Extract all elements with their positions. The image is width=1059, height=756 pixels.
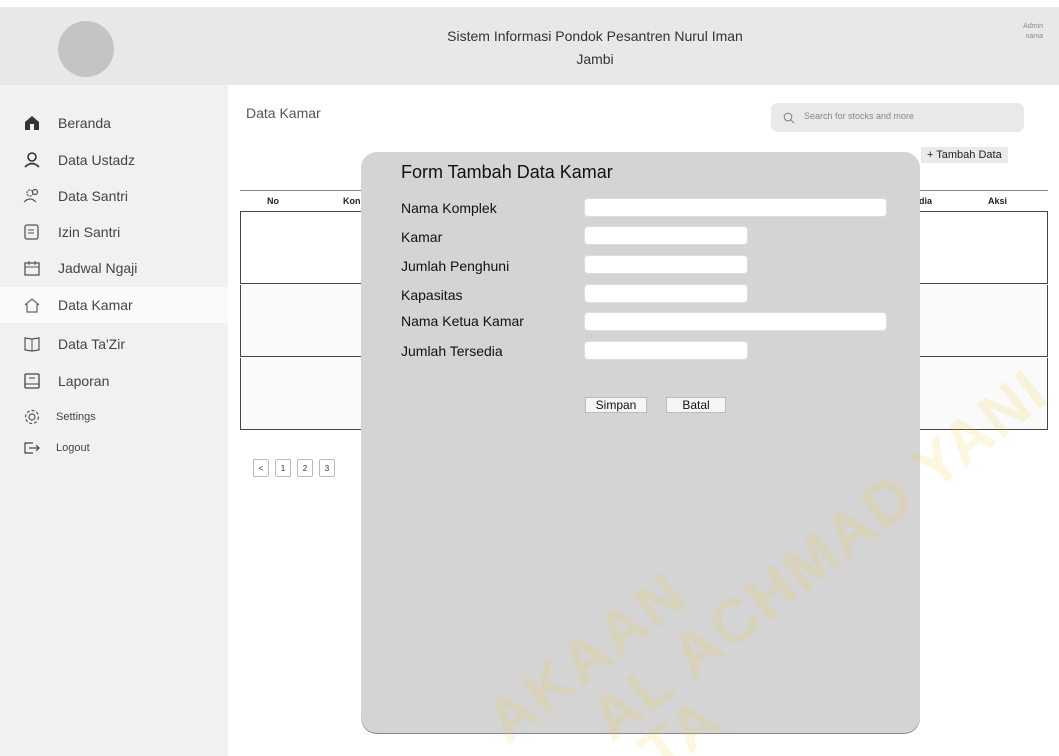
sidebar-item-beranda[interactable]: Beranda [0, 105, 228, 141]
book-icon [22, 334, 42, 354]
kapasitas-input[interactable] [584, 284, 748, 303]
logo [58, 21, 114, 77]
house-icon [22, 295, 42, 315]
sidebar-item-label: Logout [56, 442, 90, 454]
sidebar-item-label: Data Ta'Zir [58, 336, 125, 352]
pagination-prev[interactable]: < [253, 459, 269, 477]
sidebar-item-label: Settings [56, 411, 96, 423]
calendar-icon [22, 258, 42, 278]
gear-icon [22, 407, 42, 427]
pagination: < 1 2 3 [253, 459, 335, 477]
sidebar-item-label: Beranda [58, 115, 111, 131]
top-header: Sistem Informasi Pondok Pesantren Nurul … [0, 7, 1059, 85]
field-label-kapasitas: Kapasitas [401, 287, 463, 303]
home-icon [22, 113, 42, 133]
sidebar-item-label: Data Ustadz [58, 152, 136, 168]
search-input[interactable]: Search for stocks and more [771, 103, 1024, 132]
sidebar-item-data-kamar[interactable]: Data Kamar [0, 287, 228, 323]
users-icon [22, 186, 42, 206]
nama-komplek-input[interactable] [584, 198, 887, 217]
column-header-aksi: Aksi [988, 196, 1008, 206]
app-root: Sistem Informasi Pondok Pesantren Nurul … [0, 0, 1059, 756]
jumlah-tersedia-input[interactable] [584, 341, 748, 360]
jumlah-penghuni-input[interactable] [584, 255, 748, 274]
column-header-komplek: Kon [343, 196, 361, 206]
field-label-nama-komplek: Nama Komplek [401, 200, 497, 216]
pagination-page-2[interactable]: 2 [297, 459, 313, 477]
report-icon [22, 371, 42, 391]
sidebar-item-data-santri[interactable]: Data Santri [0, 178, 228, 214]
add-data-button[interactable]: + Tambah Data [921, 147, 1008, 163]
page-title: Data Kamar [246, 105, 321, 121]
sidebar-item-label: Jadwal Ngaji [58, 260, 138, 276]
sidebar-item-jadwal-ngaji[interactable]: Jadwal Ngaji [0, 250, 228, 286]
field-label-jumlah-penghuni: Jumlah Penghuni [401, 258, 510, 274]
admin-name: nama [1025, 33, 1043, 40]
sidebar-item-data-ustadz[interactable]: Data Ustadz [0, 142, 228, 178]
field-label-jumlah-tersedia: Jumlah Tersedia [401, 343, 503, 359]
logout-icon [22, 438, 42, 458]
user-icon [22, 150, 42, 170]
save-button[interactable]: Simpan [585, 397, 647, 413]
column-header-no: No [267, 196, 279, 206]
field-label-nama-ketua-kamar: Nama Ketua Kamar [401, 313, 524, 329]
modal-title: Form Tambah Data Kamar [401, 162, 613, 182]
field-label-kamar: Kamar [401, 229, 443, 245]
sidebar-item-label: Laporan [58, 373, 110, 389]
sidebar-item-data-tazir[interactable]: Data Ta'Zir [0, 326, 228, 362]
sidebar-item-izin-santri[interactable]: Izin Santri [0, 214, 228, 250]
sidebar-item-label: Data Kamar [58, 297, 133, 313]
sidebar-item-logout[interactable]: Logout [0, 430, 228, 466]
document-icon [22, 222, 42, 242]
kamar-input[interactable] [584, 226, 748, 245]
admin-role: Admin [1023, 23, 1043, 30]
add-room-modal: Form Tambah Data Kamar Nama Komplek Kama… [361, 152, 920, 733]
pagination-page-1[interactable]: 1 [275, 459, 291, 477]
search-placeholder: Search for stocks and more [804, 111, 915, 121]
pagination-page-3[interactable]: 3 [319, 459, 335, 477]
cancel-button[interactable]: Batal [666, 397, 726, 413]
nama-ketua-kamar-input[interactable] [584, 312, 887, 331]
admin-info[interactable]: Admin nama [1023, 22, 1043, 42]
column-header-tersedia: dia [919, 196, 933, 206]
sidebar: Beranda Data Ustadz Data Santri Izin San… [0, 85, 228, 756]
app-title: Sistem Informasi Pondok Pesantren Nurul … [447, 28, 743, 67]
search-icon [783, 111, 795, 129]
sidebar-item-label: Data Santri [58, 188, 129, 204]
sidebar-item-label: Izin Santri [58, 224, 121, 240]
sidebar-item-laporan[interactable]: Laporan [0, 363, 228, 399]
